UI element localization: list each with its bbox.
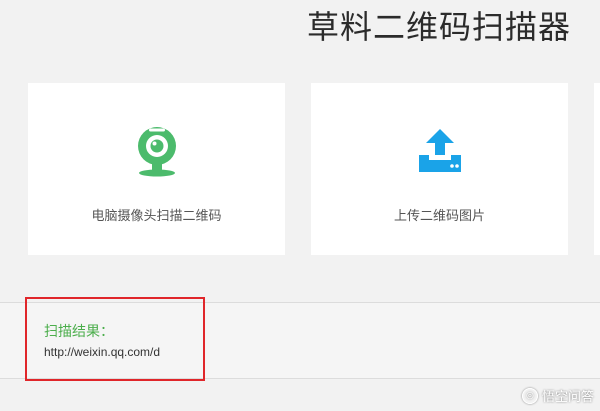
partial-card [594,83,600,255]
webcam-icon [131,125,183,177]
page-title: 草料二维码扫描器 [307,8,572,46]
watermark: ◎ 悟空问答 [521,386,594,405]
webcam-scan-label: 电脑摄像头扫描二维码 [91,209,222,224]
highlight-box [25,297,205,381]
upload-image-card[interactable]: 上传二维码图片 [311,83,568,255]
watermark-text: 悟空问答 [541,390,594,405]
wukong-logo-icon: ◎ [521,387,538,404]
upload-image-label: 上传二维码图片 [393,209,485,224]
qr-scanner-page: 草料二维码扫描器 电脑摄像头扫描二维码 上传二维码图片 扫描结果： http:/… [0,0,600,411]
webcam-scan-card[interactable]: 电脑摄像头扫描二维码 [28,83,285,255]
upload-icon [414,125,466,177]
